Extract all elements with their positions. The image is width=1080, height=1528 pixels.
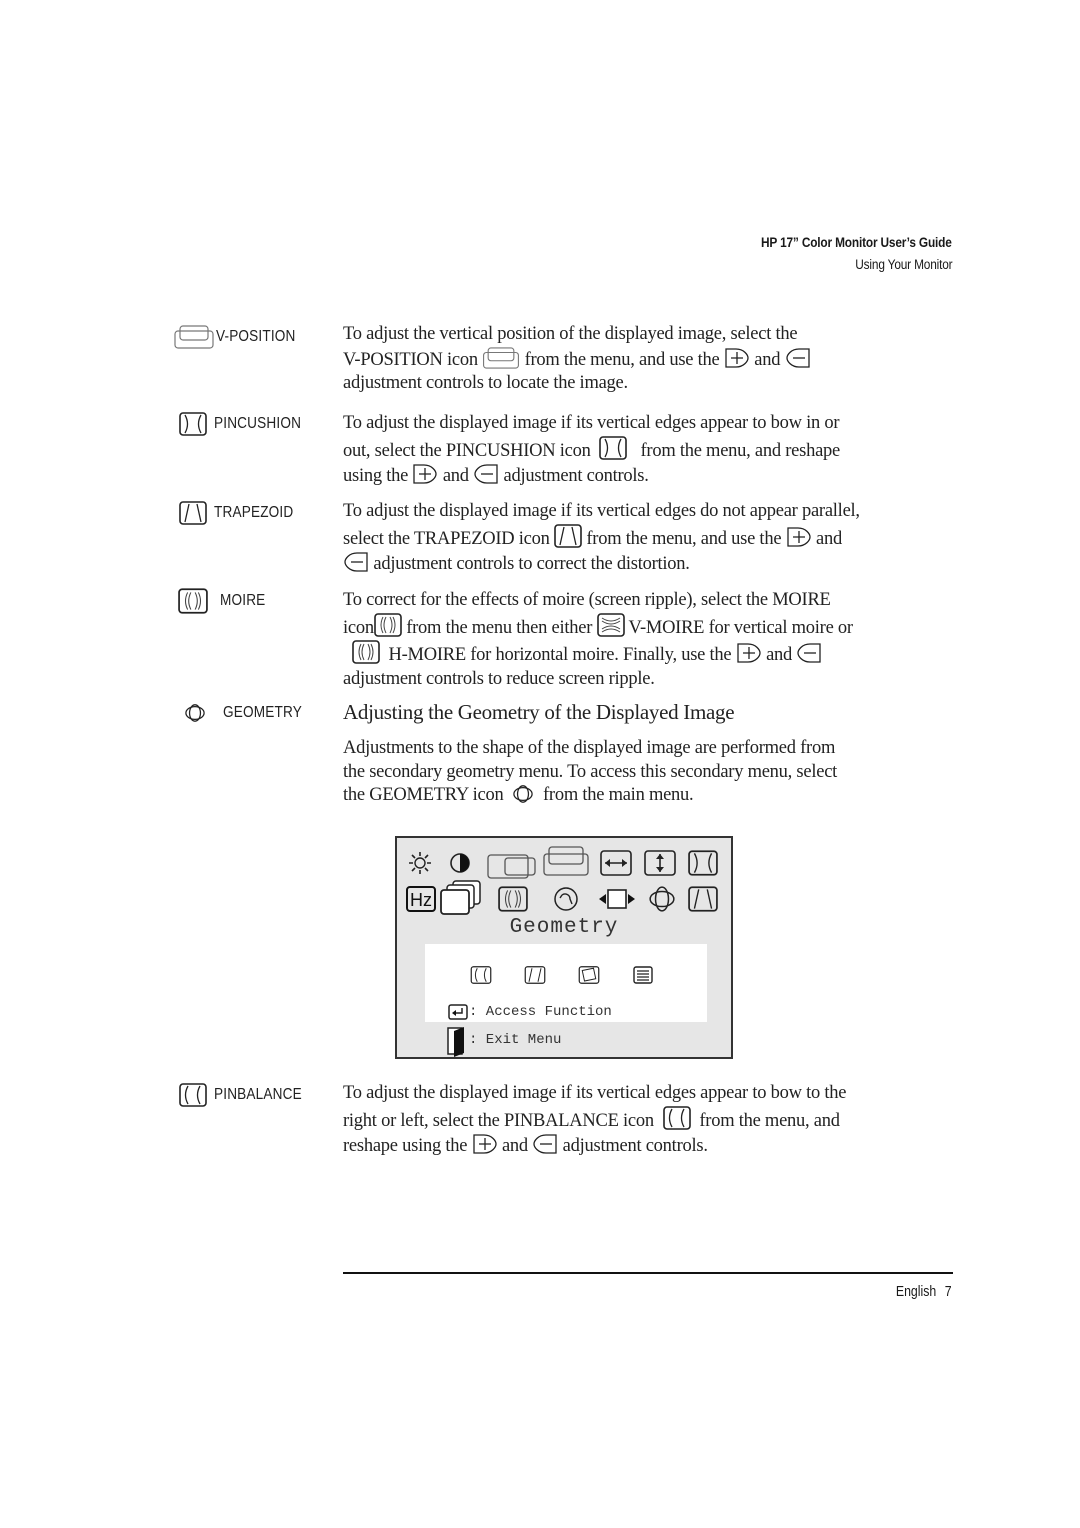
pincushion-icon [178,412,208,436]
geometry-label: GEOMETRY [184,703,316,723]
document-title: HP 17” Color Monitor User’s Guide [761,235,952,250]
pinbalance-icon[interactable] [470,966,492,984]
osd-main-icons-row2: Hz [397,880,731,915]
info-icon[interactable] [633,966,653,984]
plus-control-icon [724,347,750,369]
rotation-icon[interactable] [578,966,600,984]
degauss-icon [554,887,578,911]
v-position-icon [543,846,589,876]
parallelogram-icon[interactable] [524,966,546,984]
pincushion-label: PINCUSHION [178,412,316,436]
trapezoid-icon [688,886,718,912]
plus-control-icon [786,526,812,548]
zoom-icon [599,889,635,909]
pinbalance-label: PINBALANCE [178,1083,317,1107]
v-position-icon [482,347,520,369]
plus-control-icon [472,1133,498,1155]
svg-text:Hz: Hz [410,890,432,910]
minus-control-icon [796,642,822,664]
hz-icon: Hz [406,886,436,912]
brightness-icon [409,852,431,874]
v-position-description: To adjust the vertical position of the d… [343,323,963,396]
moire-icon [178,588,208,614]
minus-control-icon [532,1133,558,1155]
exit-menu-label: : Exit Menu [469,1032,562,1048]
trapezoid-icon [178,501,208,525]
h-position-icon [487,854,536,879]
plus-control-icon [412,463,438,485]
access-function-label: : Access Function [469,1004,612,1020]
pincushion-icon [688,850,718,876]
exit-door-icon [447,1027,464,1057]
minus-control-icon [343,551,369,573]
osd-menu-figure: Hz Geometry : Access Function : Exit Men… [395,836,733,1059]
minus-control-icon [785,347,811,369]
contrast-icon [450,853,470,873]
moire-icon [374,613,402,637]
pinbalance-icon [178,1083,208,1107]
pincushion-icon [599,436,627,460]
footer-divider [343,1272,953,1274]
pinbalance-icon [663,1106,691,1130]
v-moire-icon [597,613,625,637]
footer-language: English [896,1284,937,1300]
trapezoid-description: To adjust the displayed image if its ver… [343,501,860,575]
minus-control-icon [473,463,499,485]
geometry-icon [184,703,206,723]
trapezoid-label: TRAPEZOID [178,501,307,525]
page-number: 7 [945,1284,952,1300]
geometry-icon [649,886,675,912]
recall-icon [440,880,481,915]
pincushion-description: To adjust the displayed image if its ver… [343,413,840,487]
geometry-heading: Adjusting the Geometry of the Displayed … [343,700,735,724]
osd-main-icons-row1 [397,846,731,880]
osd-submenu-panel: : Access Function [425,944,707,1022]
geometry-description: Adjustments to the shape of the displaye… [343,738,838,806]
geometry-icon [512,784,534,804]
v-position-icon [174,325,214,349]
moire-label: MOIRE [178,588,273,614]
trapezoid-icon [554,524,582,548]
plus-control-icon [736,642,762,664]
pinbalance-description: To adjust the displayed image if its ver… [343,1083,847,1157]
page-footer: English 7 [896,1284,952,1300]
osd-menu-title: Geometry [509,916,619,939]
h-moire-icon [352,640,380,664]
h-size-icon [600,850,632,876]
v-position-label: V-POSITION [174,325,310,349]
enter-key-icon [448,1004,468,1020]
v-size-icon [644,850,676,876]
section-subtitle: Using Your Monitor [854,257,952,272]
moire-icon [498,886,528,912]
moire-description: To correct for the effects of moire (scr… [343,590,853,690]
